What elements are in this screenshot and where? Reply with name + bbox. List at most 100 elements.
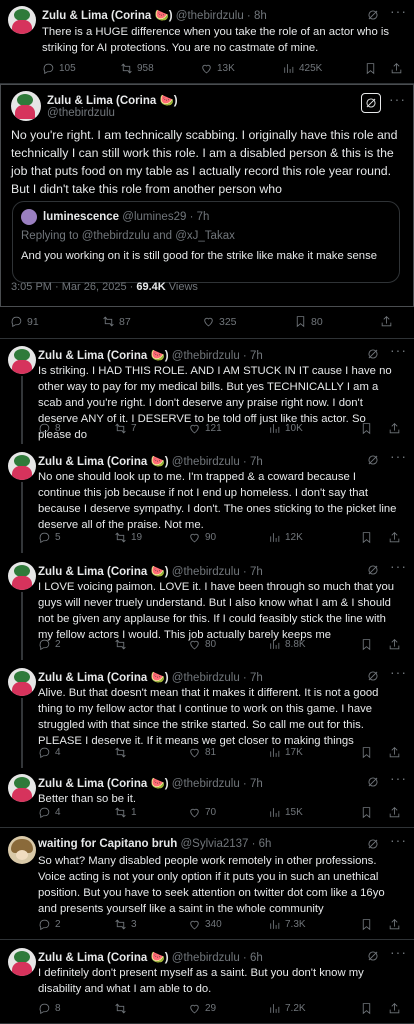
repost-button[interactable]: 19	[114, 531, 142, 544]
share-button[interactable]	[388, 746, 401, 762]
grok-icon[interactable]	[366, 775, 380, 789]
author-name[interactable]: Zulu & Lima (Corina 🍉)	[42, 10, 173, 22]
avatar[interactable]	[8, 948, 36, 976]
grok-icon[interactable]	[366, 949, 380, 963]
grok-icon[interactable]	[366, 8, 380, 22]
share-button[interactable]	[388, 638, 401, 654]
quote-author-handle[interactable]: @lumines29 · 7h	[122, 211, 209, 223]
author-handle[interactable]: @thebirdzulu · 7h	[172, 456, 263, 468]
more-icon[interactable]: ···	[390, 558, 407, 574]
author-name[interactable]: Zulu & Lima (Corina 🍉)	[38, 566, 169, 578]
more-icon[interactable]: ···	[390, 770, 407, 786]
quote-author-name[interactable]: luminescence	[43, 211, 119, 223]
grok-icon[interactable]	[366, 563, 380, 577]
like-button[interactable]: 340	[188, 918, 222, 931]
like-button[interactable]: 70	[188, 806, 216, 819]
grok-icon[interactable]	[366, 669, 380, 683]
avatar[interactable]	[8, 346, 36, 374]
author-name[interactable]: Zulu & Lima (Corina 🍉)	[38, 778, 169, 790]
avatar[interactable]	[8, 452, 36, 480]
bookmark-button[interactable]: 80	[294, 315, 323, 328]
more-icon[interactable]: ···	[390, 342, 407, 358]
views-button[interactable]: 15K	[268, 806, 303, 819]
like-button[interactable]: 29	[188, 1002, 216, 1015]
reply-button[interactable]: 5	[38, 531, 61, 544]
author-name[interactable]: Zulu & Lima (Corina 🍉)	[38, 672, 169, 684]
avatar[interactable]	[8, 836, 36, 864]
repost-button[interactable]: 7	[114, 422, 137, 435]
more-icon[interactable]: ···	[390, 448, 407, 464]
quoted-tweet[interactable]: luminescence @lumines29 · 7h Replying to…	[12, 201, 400, 283]
avatar[interactable]	[8, 562, 36, 590]
grok-icon[interactable]	[361, 93, 381, 113]
avatar[interactable]	[21, 209, 37, 225]
bookmark-button[interactable]	[360, 746, 373, 762]
reply-tweet[interactable]: Zulu & Lima (Corina 🍉) @thebirdzulu · 7h…	[0, 556, 414, 660]
share-button[interactable]	[380, 315, 393, 331]
bookmark-button[interactable]	[360, 1002, 373, 1018]
reply-button[interactable]: 91	[10, 315, 39, 328]
author-name[interactable]: Zulu & Lima (Corina 🍉)	[38, 350, 169, 362]
author-name[interactable]: Zulu & Lima (Corina 🍉)	[38, 952, 169, 964]
share-button[interactable]	[388, 1002, 401, 1018]
more-icon[interactable]: ···	[390, 3, 407, 19]
share-button[interactable]	[388, 422, 401, 438]
like-button[interactable]: 80	[188, 638, 216, 651]
tweet-top[interactable]: Zulu & Lima (Corina 🍉) @thebirdzulu · 8h…	[0, 0, 414, 84]
grok-icon[interactable]	[366, 837, 380, 851]
reply-tweet[interactable]: Zulu & Lima (Corina 🍉) @thebirdzulu · 7h…	[0, 446, 414, 553]
more-icon[interactable]: ···	[390, 944, 407, 960]
author-handle[interactable]: @thebirdzulu · 7h	[172, 350, 263, 362]
bookmark-button[interactable]	[364, 62, 377, 78]
author-handle[interactable]: @thebirdzulu	[47, 107, 115, 119]
reply-button[interactable]: 105	[42, 62, 76, 75]
avatar[interactable]	[8, 6, 36, 34]
author-handle[interactable]: @thebirdzulu · 7h	[172, 778, 263, 790]
share-button[interactable]	[388, 806, 401, 822]
reply-button[interactable]: 2	[38, 638, 61, 651]
share-button[interactable]	[388, 531, 401, 547]
like-button[interactable]: 90	[188, 531, 216, 544]
author-name[interactable]: waiting for Capitano bruh	[38, 838, 177, 850]
repost-button[interactable]: 1	[114, 806, 137, 819]
share-button[interactable]	[388, 918, 401, 934]
reply-tweet[interactable]: Zulu & Lima (Corina 🍉) @thebirdzulu · 6h…	[0, 942, 414, 1024]
views-button[interactable]: 12K	[268, 531, 303, 544]
grok-icon[interactable]	[366, 453, 380, 467]
bookmark-button[interactable]	[360, 531, 373, 547]
reply-button[interactable]: 8	[38, 1002, 61, 1015]
bookmark-button[interactable]	[360, 638, 373, 654]
focused-tweet[interactable]: Zulu & Lima (Corina 🍉) @thebirdzulu ··· …	[0, 84, 414, 307]
grok-icon[interactable]	[366, 347, 380, 361]
views-button[interactable]: 425K	[282, 62, 322, 75]
reply-button[interactable]: 2	[38, 918, 61, 931]
repost-button[interactable]	[114, 746, 131, 759]
timestamp[interactable]: 3:05 PM · Mar 26, 2025 · 69.4K Views	[11, 281, 198, 293]
reply-tweet[interactable]: Zulu & Lima (Corina 🍉) @thebirdzulu · 7h…	[0, 768, 414, 828]
author-name[interactable]: Zulu & Lima (Corina 🍉)	[47, 93, 178, 107]
like-button[interactable]: 81	[188, 746, 216, 759]
author-handle[interactable]: @thebirdzulu · 8h	[176, 10, 267, 22]
repost-button[interactable]	[114, 638, 131, 651]
repost-button[interactable]: 958	[120, 62, 154, 75]
bookmark-button[interactable]	[360, 806, 373, 822]
bookmark-button[interactable]	[360, 918, 373, 934]
reply-button[interactable]: 4	[38, 806, 61, 819]
views-button[interactable]: 7.3K	[268, 918, 306, 931]
views-button[interactable]: 10K	[268, 422, 303, 435]
share-button[interactable]	[390, 62, 403, 78]
like-button[interactable]: 325	[202, 315, 237, 328]
avatar[interactable]	[8, 668, 36, 696]
replying-to[interactable]: Replying to @thebirdzulu and @xJ_Takax	[21, 230, 235, 242]
views-button[interactable]: 17K	[268, 746, 303, 759]
more-icon[interactable]: ···	[390, 832, 407, 848]
more-icon[interactable]: ···	[390, 664, 407, 680]
avatar[interactable]	[8, 774, 36, 802]
bookmark-button[interactable]	[360, 422, 373, 438]
reply-button[interactable]: 8	[38, 422, 61, 435]
like-button[interactable]: 121	[188, 422, 222, 435]
repost-button[interactable]	[114, 1002, 131, 1015]
avatar[interactable]	[11, 91, 41, 121]
repost-button[interactable]: 3	[114, 918, 137, 931]
reply-tweet[interactable]: Zulu & Lima (Corina 🍉) @thebirdzulu · 7h…	[0, 662, 414, 768]
